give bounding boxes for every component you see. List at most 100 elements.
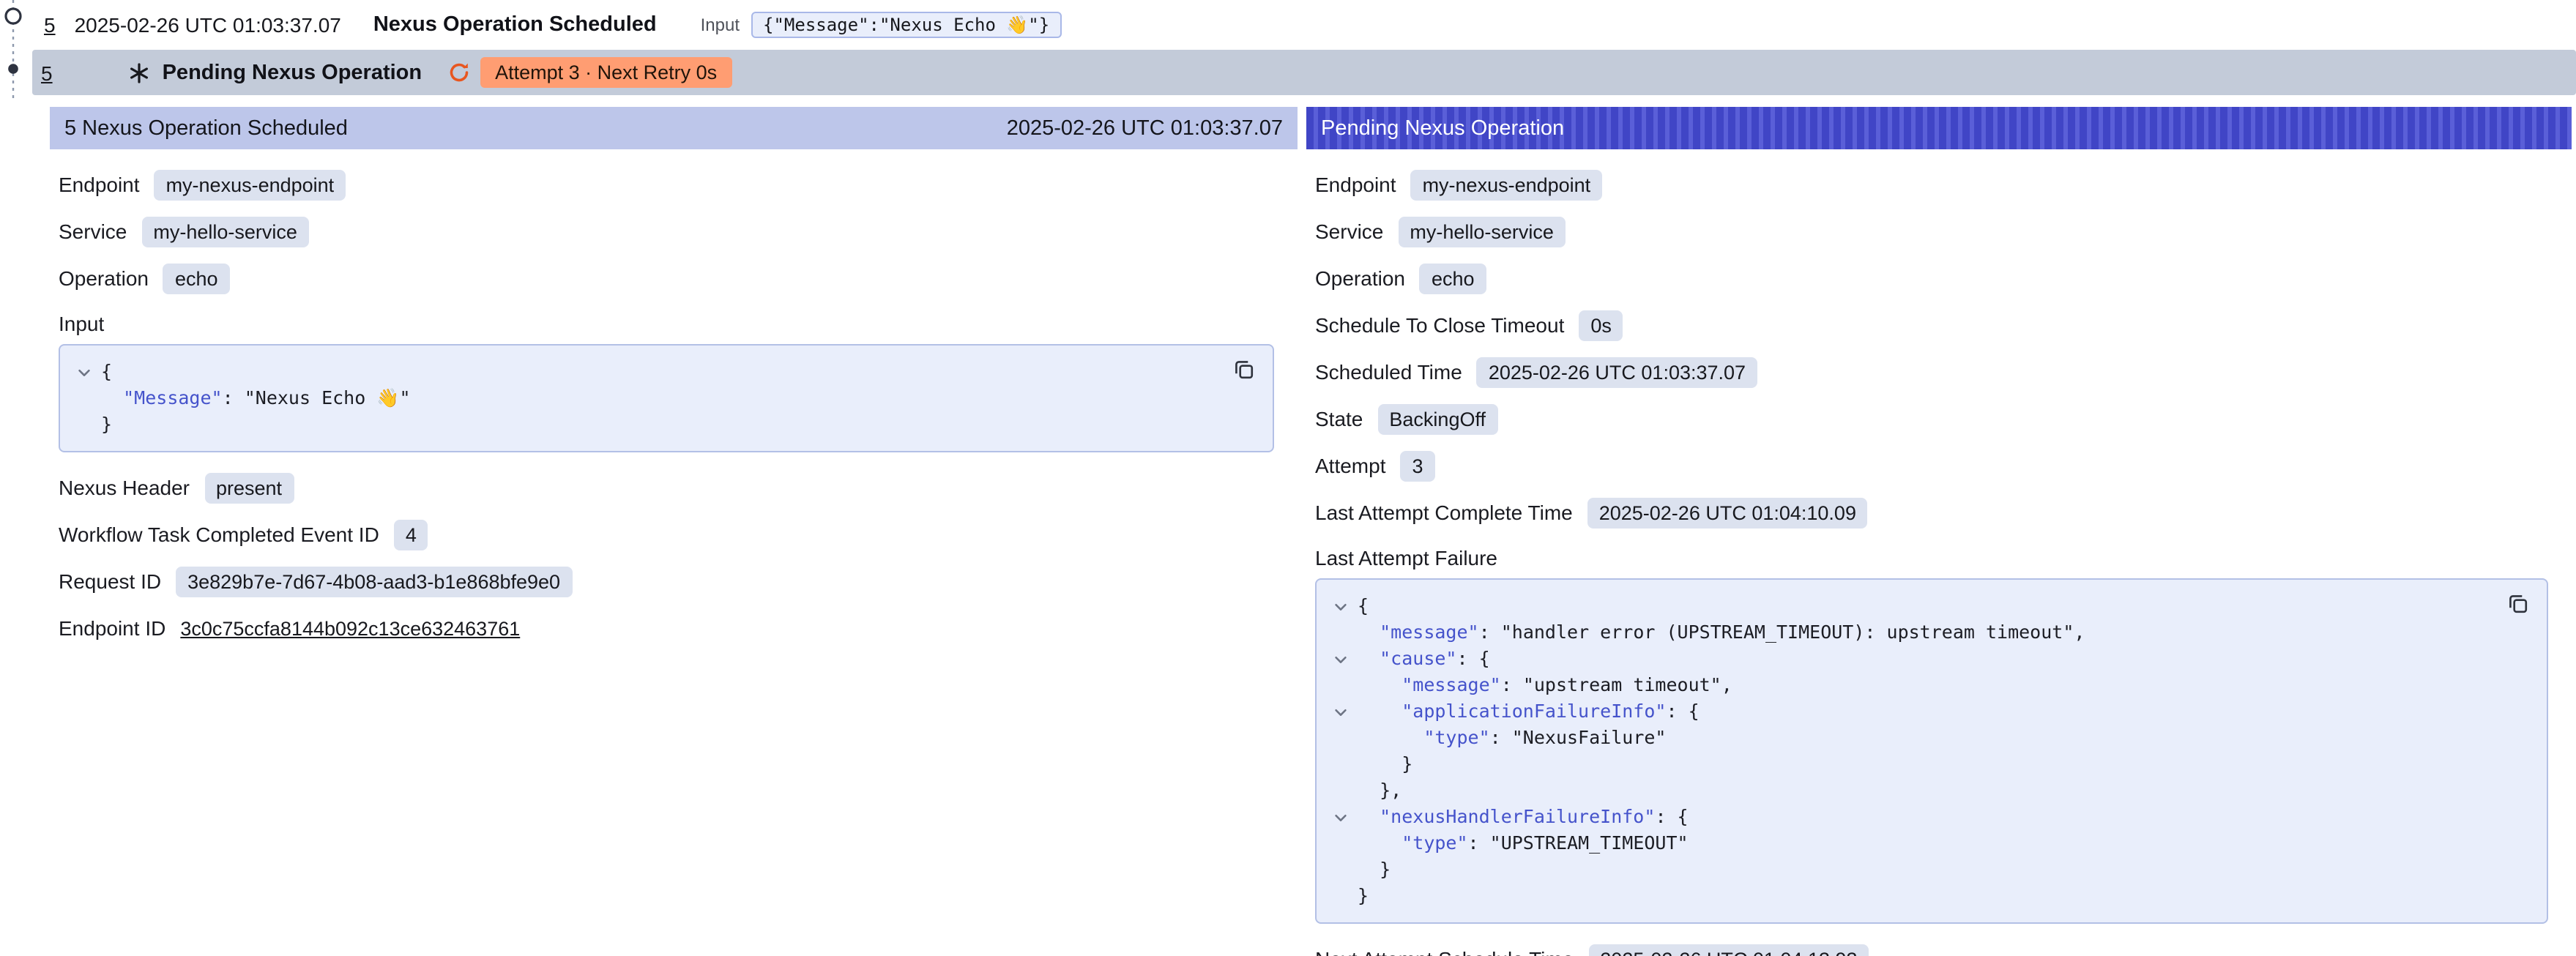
field-label: Request ID: [59, 570, 161, 593]
field-value-badge: present: [204, 472, 294, 503]
input-label: Input: [701, 15, 740, 35]
json-text: "handler error (UPSTREAM_TIMEOUT): upstr…: [1501, 621, 2074, 643]
code-block: { "Message": "Nexus Echo 👋"}: [59, 344, 1274, 452]
code-line: }: [1322, 883, 2482, 909]
copy-icon[interactable]: [1232, 357, 1257, 382]
right-panel-content: Endpoint my-nexus-endpoint Servicemy-hello…: [1306, 149, 2572, 956]
field-row: Schedule To Close Timeout0s: [1315, 307, 2560, 343]
pending-event-id-link[interactable]: 5: [41, 61, 53, 84]
field-value-badge: echo: [1420, 263, 1486, 294]
code-line: "message": "upstream timeout",: [1322, 672, 2482, 698]
field-label: Service: [59, 220, 127, 243]
json-key: "type": [1423, 726, 1489, 748]
field-row: StateBackingOff: [1315, 401, 2560, 436]
field-label: Workflow Task Completed Event ID: [59, 523, 379, 546]
code-text: "nexusHandlerFailureInfo": {: [1358, 804, 1689, 830]
json-text: :: [1490, 726, 1512, 748]
code-line: }: [1322, 751, 2482, 777]
json-text: "Nexus Echo 👋": [245, 386, 411, 408]
json-text: "upstream timeout": [1523, 673, 1721, 695]
pending-nexus-operation-row[interactable]: 5 Pending Nexus Operation Attempt 3 · Ne…: [32, 50, 2576, 95]
collapse-chevron-icon[interactable]: [1322, 698, 1358, 725]
field-label: Operation: [1315, 266, 1405, 290]
field-row: Scheduled Time2025-02-26 UTC 01:03:37.07: [1315, 354, 2560, 389]
code-text: }: [1358, 751, 1412, 777]
collapse-chevron-icon[interactable]: [1322, 646, 1358, 672]
json-text: :: [1468, 832, 1490, 854]
field-label: State: [1315, 407, 1363, 430]
code-line: "Message": "Nexus Echo 👋": [66, 385, 1208, 411]
collapse-chevron-icon[interactable]: [1322, 593, 1358, 619]
field-row: Endpointmy-nexus-endpoint: [59, 167, 1286, 202]
field-label: Last Attempt Complete Time: [1315, 501, 1573, 524]
section-label: Last Attempt Failure: [1315, 546, 2560, 570]
field-label: Endpoint ID: [59, 616, 165, 640]
right-panel-title: Pending Nexus Operation: [1321, 116, 1564, 140]
field-row: Attempt3: [1315, 448, 2560, 483]
json-key: "Message": [123, 386, 222, 408]
field-value-link[interactable]: 3c0c75ccfa8144b092c13ce632463761: [180, 617, 520, 639]
field-value-badge: my-hello-service: [1398, 216, 1566, 247]
collapse-chevron-icon[interactable]: [1322, 804, 1358, 830]
json-text: [1358, 700, 1401, 722]
json-text: [1358, 832, 1401, 854]
code-line: },: [1322, 777, 2482, 804]
field-row: Endpoint ID 3c0c75ccfa8144b092c13ce632463…: [59, 610, 1286, 646]
right-panel-header: Pending Nexus Operation: [1306, 107, 2572, 149]
collapse-chevron-icon[interactable]: [66, 359, 101, 385]
field-value-badge: 3e829b7e-7d67-4b08-aad3-b1e868bfe9e0: [176, 566, 572, 597]
field-row: Request ID 3e829b7e-7d67-4b08-aad3-b1e868…: [59, 564, 1286, 599]
json-key: "nexusHandlerFailureInfo": [1380, 805, 1655, 827]
code-text: "applicationFailureInfo": {: [1358, 698, 1700, 725]
code-text: },: [1358, 777, 1401, 804]
code-text: {: [101, 359, 112, 385]
field-value-badge: my-nexus-endpoint: [155, 169, 346, 200]
event-timestamp: 2025-02-26 UTC 01:03:37.07: [75, 13, 341, 37]
retry-icon: [448, 61, 470, 83]
code-text: "cause": {: [1358, 646, 1490, 672]
code-line: "nexusHandlerFailureInfo": {: [1322, 804, 2482, 830]
field-row: Servicemy-hello-service: [59, 214, 1286, 249]
field-row: Servicemy-hello-service: [1315, 214, 2560, 249]
event-summary-rows: 5 2025-02-26 UTC 01:03:37.07 Nexus Opera…: [32, 0, 2576, 95]
code-text: }: [1358, 856, 1391, 883]
json-text: : {: [1457, 647, 1490, 669]
timeline-track: [0, 0, 29, 102]
event-id-link[interactable]: 5: [44, 13, 56, 37]
json-text: [1358, 805, 1380, 827]
json-text: : {: [1666, 700, 1699, 722]
pending-operation-panel: Pending Nexus Operation Endpoint my-nexus…: [1306, 107, 2572, 956]
json-text: :: [1479, 621, 1501, 643]
attempt-retry-badge: Attempt 3 · Next Retry 0s: [480, 57, 732, 88]
code-text: "message": "handler error (UPSTREAM_TIME…: [1358, 619, 2085, 646]
json-text: [1358, 621, 1380, 643]
field-value-badge: 4: [394, 519, 428, 550]
input-chip: {"Message":"Nexus Echo 👋"}: [751, 12, 1061, 38]
field-row: Operation echo: [1315, 261, 2560, 296]
code-line: "message": "handler error (UPSTREAM_TIME…: [1322, 619, 2482, 646]
code-gutter: [66, 385, 101, 411]
field-row: Next Attempt Schedule Time2025-02-26 UTC…: [1315, 941, 2560, 956]
code-gutter: [1322, 619, 1358, 646]
code-gutter: [1322, 672, 1358, 698]
field-label: Attempt: [1315, 454, 1386, 477]
code-text: "type": "UPSTREAM_TIMEOUT": [1358, 830, 1689, 856]
code-gutter: [66, 411, 101, 438]
field-label: Nexus Header: [59, 476, 190, 499]
field-label: Endpoint: [1315, 173, 1396, 196]
copy-icon[interactable]: [2506, 591, 2531, 616]
pending-asterisk-icon: [129, 62, 149, 83]
json-key: "message": [1380, 621, 1478, 643]
field-value-badge: my-nexus-endpoint: [1411, 169, 1603, 200]
event-row-nexus-operation-scheduled[interactable]: 5 2025-02-26 UTC 01:03:37.07 Nexus Opera…: [32, 0, 2576, 50]
json-text: [101, 386, 123, 408]
code-gutter: [1322, 751, 1358, 777]
field-label: Scheduled Time: [1315, 360, 1462, 384]
json-key: "cause": [1380, 647, 1456, 669]
json-text: :: [1501, 673, 1523, 695]
json-text: }: [1358, 858, 1391, 880]
event-detail-panels: 5 Nexus Operation Scheduled 2025-02-26 U…: [50, 107, 2572, 956]
code-gutter: [1322, 856, 1358, 883]
code-text: "message": "upstream timeout",: [1358, 672, 1732, 698]
json-text: ,: [2074, 621, 2085, 643]
